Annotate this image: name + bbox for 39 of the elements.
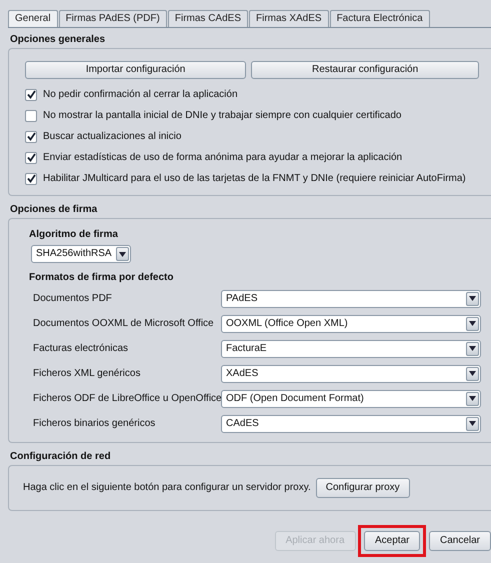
format-dropdown[interactable]: PAdES <box>221 290 481 308</box>
checkbox[interactable] <box>25 172 37 184</box>
section-title: Configuración de red <box>10 451 112 463</box>
checkbox-label: No mostrar la pantalla inicial de DNIe y trabajar siempre con cualquier certificado <box>43 110 402 122</box>
format-label: Ficheros ODF de LibreOffice u OpenOffice <box>32 392 221 404</box>
tab[interactable]: Firmas XAdES <box>248 10 329 27</box>
checkbox[interactable] <box>25 130 37 142</box>
section-title: Opciones generales <box>10 34 106 46</box>
format-dropdown[interactable]: CAdES <box>221 414 481 432</box>
checkbox-label: Enviar estadísticas de uso de forma anónima para ayudar a mejorar la aplicación <box>43 152 402 164</box>
checkbox-label: Buscar actualizaciones al inicio <box>43 130 182 142</box>
checkbox-label: Habilitar JMulticard para el uso de las tarjetas de la FNMT y DNIe (requiere reiniciar AutoFirma) <box>43 172 466 184</box>
format-label: Documentos PDF <box>32 292 113 304</box>
tab[interactable]: General <box>8 10 58 27</box>
field-heading: Formatos de firma por defecto <box>29 272 174 284</box>
field-heading: Algoritmo de firma <box>29 229 119 241</box>
format-label: Documentos OOXML de Microsoft Office <box>32 318 215 330</box>
checkbox-label: No pedir confirmación al cerrar la aplicación <box>43 88 238 100</box>
format-label: Facturas electrónicas <box>32 342 130 354</box>
config-button[interactable]: Importar configuración <box>25 61 246 79</box>
format-dropdown[interactable]: OOXML (Office Open XML) <box>221 314 481 332</box>
format-dropdown[interactable]: ODF (Open Document Format) <box>221 390 481 408</box>
checkbox[interactable] <box>25 152 37 164</box>
format-dropdown[interactable]: XAdES <box>221 364 481 382</box>
format-label: Ficheros binarios genéricos <box>32 418 156 430</box>
checkbox[interactable] <box>25 110 37 122</box>
format-label: Ficheros XML genéricos <box>32 368 142 380</box>
tab[interactable]: Firmas PAdES (PDF) <box>58 10 167 27</box>
section-title: Opciones de firma <box>10 204 98 216</box>
dialog-button[interactable]: Cancelar <box>428 531 491 551</box>
checkbox[interactable] <box>25 88 37 100</box>
config-button[interactable]: Restaurar configuración <box>251 61 480 79</box>
tab[interactable]: Firmas CAdES <box>168 10 248 27</box>
proxy-instruction: Haga clic en el siguiente botón para configurar un servidor proxy. <box>23 482 311 494</box>
configure-proxy-button[interactable]: Configurar proxy <box>316 478 410 498</box>
dialog-button[interactable]: Aceptar <box>364 531 420 551</box>
format-dropdown[interactable]: FacturaE <box>221 340 481 358</box>
algorithm-dropdown[interactable]: SHA256withRSA <box>31 245 131 263</box>
tab[interactable]: Factura Electrónica <box>330 10 430 27</box>
